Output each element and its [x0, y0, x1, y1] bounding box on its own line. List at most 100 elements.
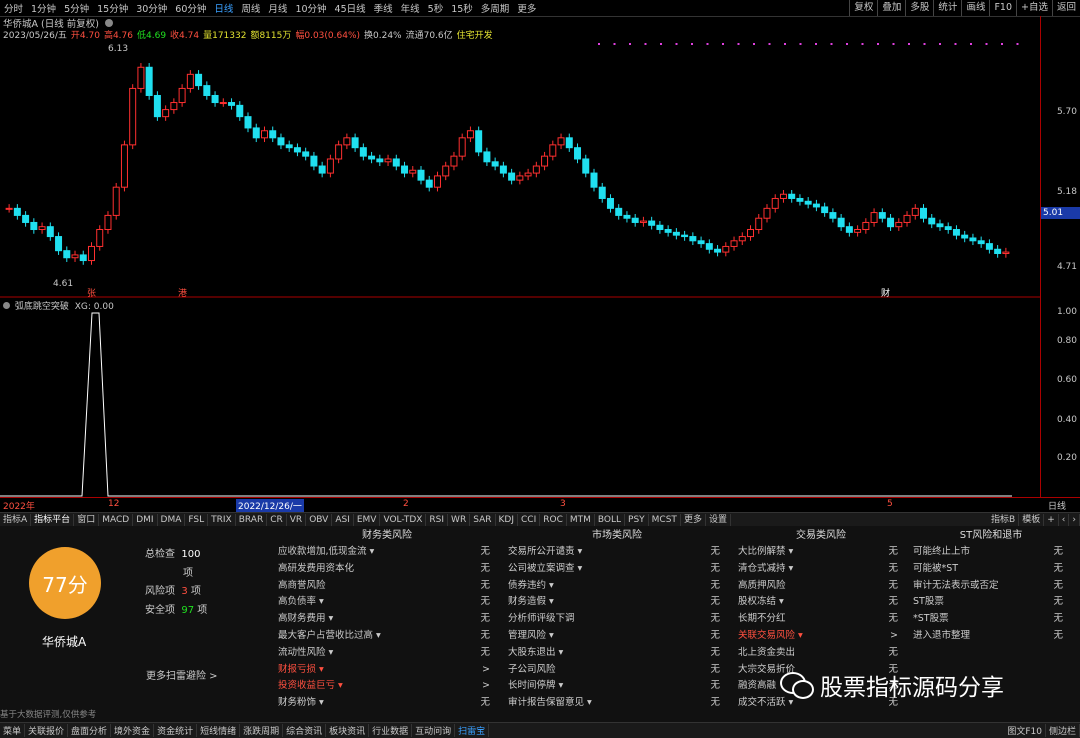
indicator-tab[interactable]: 指标平台 — [31, 513, 75, 527]
risk-item[interactable]: 公司被立案调查 ▾ 无 — [506, 561, 728, 578]
indicator-tab[interactable]: EMV — [354, 513, 381, 527]
risk-item[interactable]: 高研发费用资本化 无 — [276, 561, 498, 578]
risk-item[interactable]: 子公司风险 无 — [506, 662, 728, 679]
toolbar-button[interactable]: 统计 — [933, 0, 961, 16]
indicator-tab[interactable]: 窗口 — [74, 513, 100, 527]
timeframe-tab[interactable]: 60分钟 — [175, 1, 206, 15]
risk-item[interactable]: 管理风险 ▾ 无 — [506, 628, 728, 645]
status-tab[interactable]: 板块资讯 — [326, 724, 370, 737]
toolbar-button[interactable]: 返回 — [1051, 0, 1080, 16]
status-tab[interactable]: 综合资讯 — [283, 724, 327, 737]
risk-item[interactable]: 财务造假 ▾ 无 — [506, 594, 728, 611]
toolbar-button[interactable]: 叠加 — [877, 0, 905, 16]
indicator-tab-right[interactable]: 指标B — [988, 513, 1020, 527]
risk-item[interactable]: 应收款增加,低现金流 ▾ 无 — [276, 544, 498, 561]
status-tab[interactable]: 短线情绪 — [197, 724, 241, 737]
risk-item[interactable]: 清仓式减持 ▾ 无 — [736, 561, 906, 578]
risk-item[interactable]: 最大客户占营收比过高 ▾ 无 — [276, 628, 498, 645]
risk-item[interactable]: 高商誉风险 无 — [276, 578, 498, 595]
risk-item[interactable]: 可能终止上市 无 — [911, 544, 1071, 561]
status-tab[interactable]: 行业数据 — [369, 724, 413, 737]
risk-item[interactable]: 高负债率 ▾ 无 — [276, 594, 498, 611]
indicator-tab[interactable]: VR — [287, 513, 307, 527]
timeframe-tab[interactable]: 30分钟 — [136, 1, 167, 15]
indicator-tab[interactable]: ASI — [332, 513, 354, 527]
indicator-tab[interactable]: 指标A — [0, 513, 32, 527]
risk-item[interactable]: 股权冻结 ▾ 无 — [736, 594, 906, 611]
risk-item[interactable]: 关联交易风险 ▾ > — [736, 628, 906, 645]
risk-item[interactable]: *ST股票 无 — [911, 611, 1071, 628]
timeframe-tab[interactable]: 1分钟 — [31, 1, 56, 15]
status-tab[interactable]: 扫雷宝 — [455, 724, 490, 737]
timeframe-tab[interactable]: 15秒 — [451, 1, 473, 15]
risk-item[interactable]: 大股东退出 ▾ 无 — [506, 645, 728, 662]
risk-item[interactable]: 投资收益巨亏 ▾ > — [276, 678, 498, 695]
indicator-tab-right[interactable]: ‹ — [1059, 513, 1070, 527]
timeframe-tab[interactable]: 5秒 — [428, 1, 444, 15]
status-tab[interactable]: 关联报价 — [25, 724, 69, 737]
timeframe-tab[interactable]: 季线 — [374, 1, 393, 15]
risk-item[interactable]: 分析师评级下调 无 — [506, 611, 728, 628]
risk-item[interactable]: 流动性风险 ▾ 无 — [276, 645, 498, 662]
status-tab[interactable]: 涨跌周期 — [240, 724, 284, 737]
indicator-tab-right[interactable]: + — [1044, 513, 1059, 527]
risk-item[interactable]: 高质押风险 无 — [736, 578, 906, 595]
timeframe-tab[interactable]: 多周期 — [481, 1, 510, 15]
indicator-tab[interactable]: MACD — [99, 513, 134, 527]
status-tab[interactable]: 境外资金 — [111, 724, 155, 737]
indicator-tab[interactable]: TRIX — [208, 513, 236, 527]
timeframe-tab[interactable]: 年线 — [401, 1, 420, 15]
status-tab[interactable]: 盘面分析 — [68, 724, 112, 737]
status-tab[interactable]: 资金统计 — [154, 724, 198, 737]
timeframe-tab[interactable]: 10分钟 — [295, 1, 326, 15]
status-tab[interactable]: 菜单 — [0, 724, 26, 737]
toolbar-button[interactable]: F10 — [989, 0, 1016, 16]
status-right-button[interactable]: 侧边栏 — [1046, 724, 1080, 737]
indicator-tab[interactable]: KDJ — [496, 513, 518, 527]
timeframe-tab[interactable]: 5分钟 — [64, 1, 89, 15]
indicator-tab[interactable]: CCI — [518, 513, 541, 527]
risk-item[interactable]: 高财务费用 ▾ 无 — [276, 611, 498, 628]
timeframe-tab[interactable]: 周线 — [241, 1, 260, 15]
risk-item[interactable]: 进入退市整理 无 — [911, 628, 1071, 645]
toolbar-button[interactable]: 多股 — [905, 0, 933, 16]
timeframe-tab[interactable]: 15分钟 — [97, 1, 128, 15]
indicator-tab[interactable]: RSI — [426, 513, 449, 527]
timeframe-tab[interactable]: 日线 — [214, 1, 233, 15]
toolbar-button[interactable]: 画线 — [961, 0, 989, 16]
timeframe-tab[interactable]: 分时 — [4, 1, 23, 15]
indicator-tab[interactable]: FSL — [185, 513, 209, 527]
indicator-tab[interactable]: MTM — [567, 513, 595, 527]
indicator-tab[interactable]: MCST — [649, 513, 681, 527]
marker-1[interactable]: 张 — [87, 286, 96, 299]
indicator-tab[interactable]: PSY — [625, 513, 649, 527]
risk-item[interactable]: 大比例解禁 ▾ 无 — [736, 544, 906, 561]
status-right-button[interactable]: 图文F10 — [1004, 724, 1046, 737]
risk-item[interactable]: 可能被*ST 无 — [911, 561, 1071, 578]
timeframe-tab[interactable]: 更多 — [517, 1, 536, 15]
indicator-tab[interactable]: BOLL — [595, 513, 626, 527]
risk-item[interactable]: 财报亏损 ▾ > — [276, 662, 498, 679]
indicator-tab[interactable]: 更多 — [681, 513, 706, 527]
indicator-tab[interactable]: DMA — [158, 513, 186, 527]
risk-item[interactable]: 长时间停牌 ▾ 无 — [506, 678, 728, 695]
indicator-tab[interactable]: BRAR — [236, 513, 268, 527]
more-scan-link[interactable]: 更多扫雷避险 > — [146, 667, 218, 682]
indicator-tab[interactable]: SAR — [470, 513, 496, 527]
status-tab[interactable]: 互动问询 — [412, 724, 456, 737]
risk-item[interactable]: 财务粉饰 ▾ 无 — [276, 695, 498, 712]
indicator-tab[interactable]: OBV — [306, 513, 333, 527]
gear-icon[interactable] — [3, 302, 10, 309]
risk-item[interactable]: ST股票 无 — [911, 594, 1071, 611]
marker-2[interactable]: 港 — [178, 286, 187, 299]
risk-item[interactable]: 长期不分红 无 — [736, 611, 906, 628]
indicator-tab[interactable]: WR — [448, 513, 471, 527]
timeframe-tab[interactable]: 月线 — [268, 1, 287, 15]
risk-item[interactable]: 北上资金卖出 无 — [736, 645, 906, 662]
timeframe-tab[interactable]: 45日线 — [335, 1, 366, 15]
toolbar-button[interactable]: 复权 — [849, 0, 877, 16]
indicator-tab[interactable]: ROC — [540, 513, 567, 527]
risk-item[interactable]: 审计报告保留意见 ▾ 无 — [506, 695, 728, 712]
indicator-tab[interactable]: VOL-TDX — [380, 513, 427, 527]
risk-item[interactable]: 交易所公开谴责 ▾ 无 — [506, 544, 728, 561]
